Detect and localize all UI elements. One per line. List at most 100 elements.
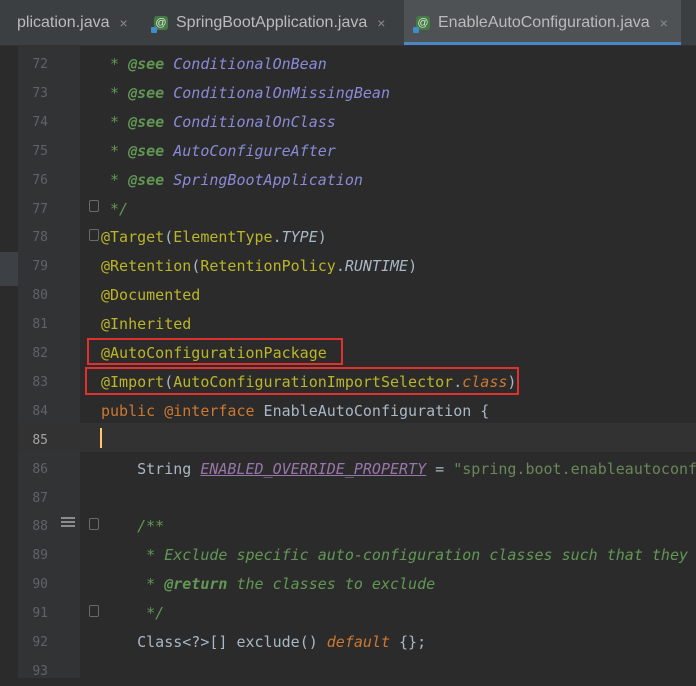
code-token: *: [101, 141, 129, 160]
code-token: ): [317, 228, 327, 247]
code-line[interactable]: public @interface EnableAutoConfiguratio…: [101, 397, 489, 426]
line-number: 79: [32, 259, 48, 275]
line-number: 77: [32, 201, 48, 217]
tab-application[interactable]: plication.java ×: [0, 0, 138, 45]
code-token: Class: [101, 633, 183, 651]
tab-label: SpringBootApplication.java: [176, 13, 368, 31]
close-icon[interactable]: ×: [120, 15, 128, 31]
code-token: default: [326, 633, 390, 651]
code-line[interactable]: * @see SpringBootApplication: [101, 166, 363, 195]
line-number: 88: [32, 519, 48, 535]
left-tool-strip: [0, 46, 18, 678]
close-icon[interactable]: ×: [660, 15, 668, 31]
left-tool-marker[interactable]: [0, 252, 18, 286]
code-token: RetentionPolicy: [200, 257, 336, 276]
line-number: 83: [32, 374, 48, 390]
code-line[interactable]: Class<?>[] exclude() default {};: [101, 628, 426, 657]
code-token: ConditionalOnBean: [164, 55, 327, 73]
code-token: {};: [390, 633, 427, 651]
code-token: "spring.boot.enableautoconf: [453, 459, 696, 478]
code-token: * Exclude specific auto-configuration cl…: [101, 546, 688, 565]
code-token: @see: [128, 170, 165, 189]
code-token: */: [101, 199, 129, 218]
code-token: *: [101, 112, 129, 131]
code-token: ENABLED_OVERRIDE_PROPERTY: [200, 459, 427, 478]
active-tab-indicator: [404, 42, 681, 45]
line-number: 74: [32, 114, 48, 130]
line-number: 78: [32, 230, 48, 246]
editor-tab-bar: plication.java × @ SpringBootApplication…: [0, 0, 696, 46]
code-token: exclude: [236, 633, 300, 651]
annotation-file-icon: @: [413, 15, 430, 33]
code-line[interactable]: */: [101, 599, 164, 628]
code-token: @see: [128, 112, 165, 131]
code-line[interactable]: @Retention(RetentionPolicy.RUNTIME): [101, 252, 417, 281]
tab-enableautoconfiguration[interactable]: @ EnableAutoConfiguration.java ×: [404, 0, 681, 45]
fold-marker-icon[interactable]: [89, 605, 99, 617]
code-token: @see: [128, 55, 165, 73]
code-line[interactable]: * @see AutoConfigureAfter: [101, 137, 336, 166]
code-line[interactable]: @Inherited: [101, 310, 191, 339]
code-token: TYPE: [281, 228, 318, 247]
code-token: @Inherited: [101, 315, 192, 334]
line-number: 93: [32, 663, 48, 679]
fold-marker-icon[interactable]: [89, 200, 99, 212]
code-token: .: [335, 257, 345, 276]
code-token: /**: [101, 517, 165, 536]
code-token: (): [299, 633, 327, 651]
code-token: @Documented: [101, 286, 201, 305]
line-number: 84: [32, 403, 48, 419]
annotation-file-icon: @: [151, 15, 168, 33]
code-line[interactable]: * @see ConditionalOnClass: [101, 108, 336, 137]
fold-marker-icon[interactable]: [89, 518, 99, 530]
code-token: EnableAutoConfiguration {: [254, 401, 490, 420]
code-token: @see: [128, 141, 165, 160]
code-token: AutoConfigureAfter: [164, 141, 336, 160]
highlight-box-import: [85, 367, 519, 395]
code-token: @return: [164, 575, 228, 594]
line-number: 75: [32, 143, 48, 159]
code-token: @Target: [101, 228, 165, 247]
code-token: @interface: [164, 401, 255, 420]
current-line-highlight: [18, 423, 696, 452]
code-token: ConditionalOnClass: [164, 112, 336, 131]
line-number: 72: [32, 57, 48, 72]
code-line[interactable]: @Documented: [101, 281, 200, 310]
code-token: *: [101, 575, 165, 594]
line-number: 91: [32, 606, 48, 622]
close-icon[interactable]: ×: [377, 15, 385, 31]
line-number: 87: [32, 490, 48, 506]
line-number: 80: [32, 288, 48, 304]
code-line[interactable]: * @see ConditionalOnBean: [101, 50, 327, 79]
code-token: *: [101, 55, 129, 73]
tab-label: EnableAutoConfiguration.java: [438, 13, 650, 31]
code-token: ConditionalOnMissingBean: [164, 83, 390, 102]
code-token: @Retention: [101, 257, 192, 276]
code-token: <?>: [182, 633, 210, 651]
tab-springbootapplication[interactable]: @ SpringBootApplication.java ×: [148, 0, 397, 45]
code-line[interactable]: /**: [101, 512, 164, 541]
line-number: 85: [32, 432, 48, 448]
code-token: */: [101, 604, 165, 623]
code-token: =: [426, 459, 454, 478]
code-line[interactable]: * Exclude specific auto-configuration cl…: [101, 541, 688, 570]
text-caret: [100, 428, 102, 448]
code-line[interactable]: */: [101, 195, 128, 224]
highlight-box-autoconfigurationpackage: [87, 338, 343, 365]
code-token: *: [101, 83, 129, 102]
code-token: []: [209, 633, 237, 651]
code-token: ElementType: [173, 228, 273, 247]
code-token: SpringBootApplication: [164, 170, 363, 189]
code-token: RUNTIME: [344, 257, 409, 276]
code-line[interactable]: * @return the classes to exclude: [101, 570, 435, 599]
code-token: *: [101, 170, 129, 189]
code-token: the classes to exclude: [227, 575, 436, 594]
render-doc-icon[interactable]: [61, 517, 75, 529]
line-number: 92: [32, 635, 48, 650]
line-number: 76: [32, 172, 48, 188]
code-line[interactable]: * @see ConditionalOnMissingBean: [101, 79, 390, 108]
code-line[interactable]: String ENABLED_OVERRIDE_PROPERTY = "spri…: [101, 455, 696, 484]
code-line[interactable]: @Target(ElementType.TYPE): [101, 223, 327, 252]
fold-marker-icon[interactable]: [89, 229, 99, 241]
